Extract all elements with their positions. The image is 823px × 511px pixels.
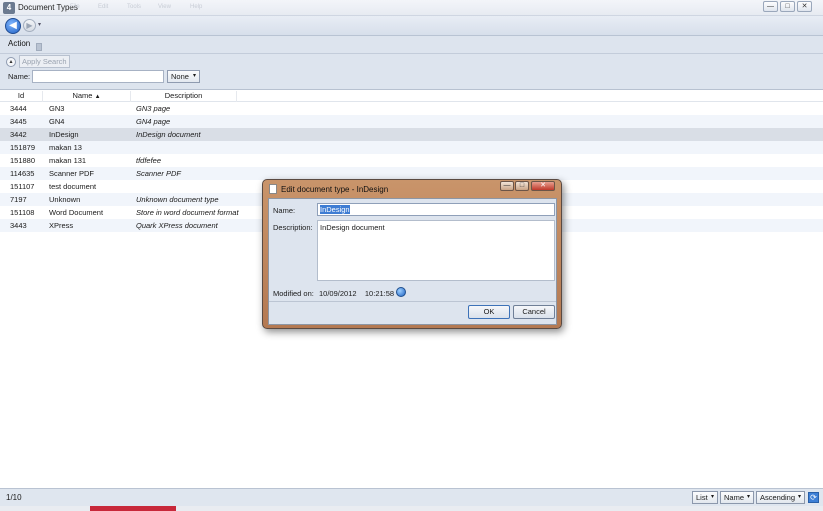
grid-header: Id Name ▲ Description (0, 90, 823, 102)
forward-arrow-icon[interactable]: ▶ (23, 19, 36, 32)
collapse-search-button[interactable]: ▴ (6, 57, 16, 67)
dialog-separator (269, 301, 556, 302)
cell-name: Unknown (49, 195, 81, 204)
cell-id: 3443 (10, 221, 27, 230)
column-header-id[interactable]: Id (0, 91, 43, 102)
cell-id: 151880 (10, 156, 36, 165)
modified-on-value: 10/09/2012 10:21:58 (319, 289, 394, 298)
window-maximize-button[interactable]: □ (780, 1, 795, 12)
cell-name: InDesign (49, 130, 79, 139)
cell-description: Scanner PDF (136, 169, 182, 178)
modified-on-label: Modified on: (273, 289, 314, 298)
cell-id: 151108 (10, 208, 35, 217)
modified-date: 10/09/2012 (319, 289, 357, 298)
taskbar-strip (0, 506, 823, 511)
search-mode-select[interactable]: None ▾ (167, 70, 200, 83)
table-row[interactable]: 151879 makan 13 (0, 141, 823, 154)
globe-icon[interactable] (396, 287, 406, 297)
refresh-icon[interactable]: ⟳ (808, 492, 819, 503)
view-mode-value: List (696, 493, 708, 502)
cell-name: XPress (49, 221, 74, 230)
window-close-button[interactable]: ✕ (797, 1, 812, 12)
cell-id: 114635 (10, 169, 35, 178)
table-row[interactable]: 3442 InDesign InDesign document (0, 128, 823, 141)
navigation-bar: ◀ ▶ ▾ (0, 16, 823, 36)
column-header-description[interactable]: Description (131, 91, 237, 102)
chevron-down-icon: ▾ (710, 494, 714, 500)
view-mode-select[interactable]: List ▾ (692, 491, 718, 504)
search-name-label: Name: (8, 72, 31, 81)
cell-name: makan 131 (49, 156, 87, 165)
dialog-description-label: Description: (273, 223, 313, 232)
cell-description: tfdfefee (136, 156, 162, 165)
sort-ascending-icon: ▲ (94, 94, 101, 100)
search-mode-value: None (171, 72, 189, 81)
ghost-menu-help: Help (190, 4, 203, 10)
column-header-name[interactable]: Name ▲ (43, 91, 131, 102)
chevron-down-icon: ▾ (797, 494, 801, 500)
cell-name: Scanner PDF (49, 169, 95, 178)
cell-name: makan 13 (49, 143, 82, 152)
cell-id: 3445 (10, 117, 27, 126)
taskbar-active-item[interactable] (90, 506, 176, 511)
cell-description: InDesign document (136, 130, 201, 139)
column-header-name-label: Name (72, 91, 93, 100)
sort-order-select[interactable]: Ascending ▾ (756, 491, 805, 504)
dialog-body: Name: InDesign Description: InDesign doc… (268, 198, 557, 325)
sort-field-value: Name (724, 493, 745, 502)
dialog-name-value: InDesign (320, 205, 350, 214)
back-arrow-icon[interactable]: ◀ (5, 18, 21, 34)
table-row[interactable]: 151880 makan 131 tfdfefee (0, 154, 823, 167)
window-title: Document Types (18, 3, 78, 12)
cell-name: GN4 (49, 117, 65, 126)
cell-description: Quark XPress document (136, 221, 218, 230)
ghost-menu-file: File (70, 4, 80, 10)
status-bar: 1/10 List ▾ Name ▾ Ascending ▾ ⟳ (0, 488, 823, 506)
cell-id: 151107 (10, 182, 35, 191)
sort-field-select[interactable]: Name ▾ (720, 491, 754, 504)
table-row[interactable]: 3445 GN4 GN4 page (0, 115, 823, 128)
dialog-title: Edit document type - InDesign (281, 185, 389, 194)
cell-id: 151879 (10, 143, 36, 152)
cell-description: Unknown document type (136, 195, 219, 204)
action-bar: Action (0, 36, 823, 54)
ghost-menu-view: View (158, 4, 171, 10)
dialog-minimize-button[interactable]: — (500, 181, 514, 191)
cancel-button[interactable]: Cancel (513, 305, 555, 319)
dialog-description-input[interactable]: InDesign document (317, 220, 555, 281)
cell-description: Store in word document format (136, 208, 239, 217)
window-minimize-button[interactable]: — (763, 1, 778, 12)
ok-button[interactable]: OK (468, 305, 510, 319)
cell-name: Word Document (49, 208, 104, 217)
app-icon: 4 (3, 2, 15, 14)
chevron-down-icon: ▾ (192, 73, 196, 79)
ghost-menu-edit: Edit (98, 4, 109, 10)
dialog-maximize-button[interactable]: □ (515, 181, 529, 191)
cell-description: GN4 page (136, 117, 171, 126)
action-menu[interactable]: Action (8, 39, 30, 48)
dialog-name-label: Name: (273, 206, 296, 215)
modified-time: 10:21:58 (364, 289, 395, 298)
search-panel: ▴ Apply Search Name: None ▾ (0, 54, 823, 90)
chevron-down-icon: ▾ (746, 494, 750, 500)
search-name-input[interactable] (32, 70, 164, 83)
window-titlebar: 4 Document Types File Edit Tools View He… (0, 0, 823, 16)
toolbar-grip[interactable] (36, 43, 42, 51)
apply-search-button[interactable]: Apply Search (19, 55, 70, 68)
table-row[interactable]: 3444 GN3 GN3 page (0, 102, 823, 115)
dialog-name-input[interactable]: InDesign (317, 203, 555, 216)
cell-id: 3444 (10, 104, 27, 113)
cell-id: 7197 (10, 195, 27, 204)
sort-order-value: Ascending (760, 493, 796, 502)
cell-id: 3442 (10, 130, 27, 139)
document-icon (269, 184, 277, 194)
ghost-menu-tools: Tools (127, 4, 142, 10)
cell-name: test document (49, 182, 97, 191)
edit-document-type-dialog: Edit document type - InDesign — □ ✕ Name… (262, 179, 562, 329)
record-count: 1/10 (6, 493, 22, 502)
dialog-close-button[interactable]: ✕ (531, 181, 555, 191)
cell-description: GN3 page (136, 104, 171, 113)
history-dropdown-icon[interactable]: ▾ (38, 21, 41, 28)
cell-name: GN3 (49, 104, 65, 113)
